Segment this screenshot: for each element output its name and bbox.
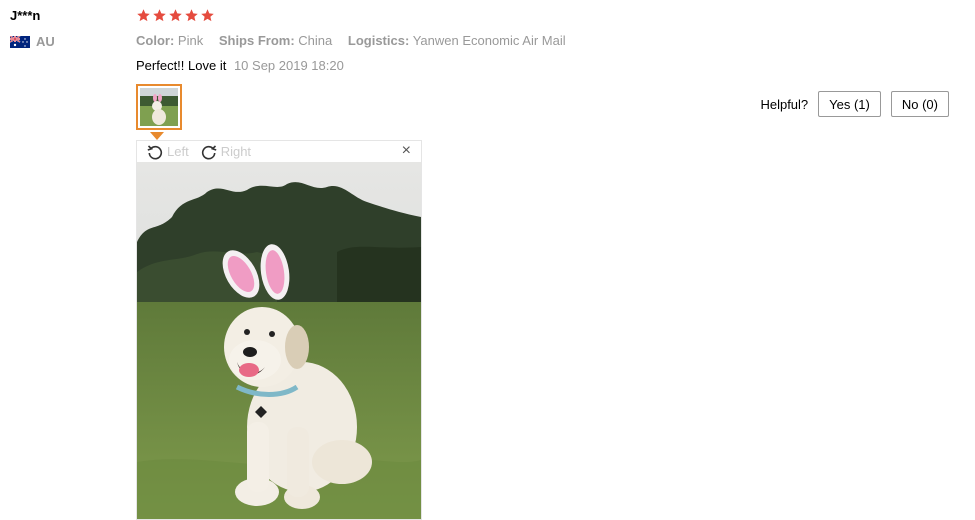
star-icon (152, 8, 167, 23)
logistics-key: Logistics: (347, 33, 410, 48)
star-icon (168, 8, 183, 23)
rotate-left-icon (147, 144, 163, 159)
purchase-meta: Color: Pink Ships From: China Logistics:… (136, 33, 578, 48)
thumbnail-pointer (150, 132, 164, 140)
helpful-yes-button[interactable]: Yes (1) (818, 91, 881, 117)
color-key: Color: (136, 33, 175, 48)
review-body: Perfect!! Love it 10 Sep 2019 18:20 (136, 58, 344, 73)
reviewer-country: AU (10, 34, 55, 49)
rotate-left-label: Left (167, 144, 189, 159)
helpful-no-button[interactable]: No (0) (890, 91, 949, 117)
rotate-right-label: Right (220, 144, 252, 159)
review-photo-thumbnail[interactable] (136, 84, 182, 130)
star-rating (136, 8, 215, 23)
ships-from-key: Ships From: (218, 33, 295, 48)
star-icon (184, 8, 199, 23)
photo-viewer: Left Right × (136, 140, 422, 520)
color-value: Pink (177, 33, 204, 48)
helpful-label: Helpful? (760, 96, 809, 112)
helpful-vote: Helpful? Yes (1) No (0) (760, 91, 949, 117)
dog-thumbnail-image (140, 88, 178, 126)
review-date: 10 Sep 2019 18:20 (233, 58, 344, 73)
australia-flag-icon (10, 35, 30, 48)
rotate-left-button[interactable]: Left (147, 144, 189, 160)
rotate-right-button[interactable]: Right (201, 144, 251, 160)
review-photo-large (137, 162, 421, 519)
viewer-toolbar: Left Right × (137, 141, 421, 162)
close-icon[interactable]: × (402, 143, 411, 159)
star-icon (136, 8, 151, 23)
review-text: Perfect!! Love it (136, 58, 227, 73)
reviewer-name: J***n (10, 8, 41, 23)
logistics-value: Yanwen Economic Air Mail (412, 33, 566, 48)
rotate-right-icon (201, 144, 217, 159)
ships-from-value: China (298, 33, 333, 48)
star-icon (200, 8, 215, 23)
country-code: AU (36, 34, 55, 49)
